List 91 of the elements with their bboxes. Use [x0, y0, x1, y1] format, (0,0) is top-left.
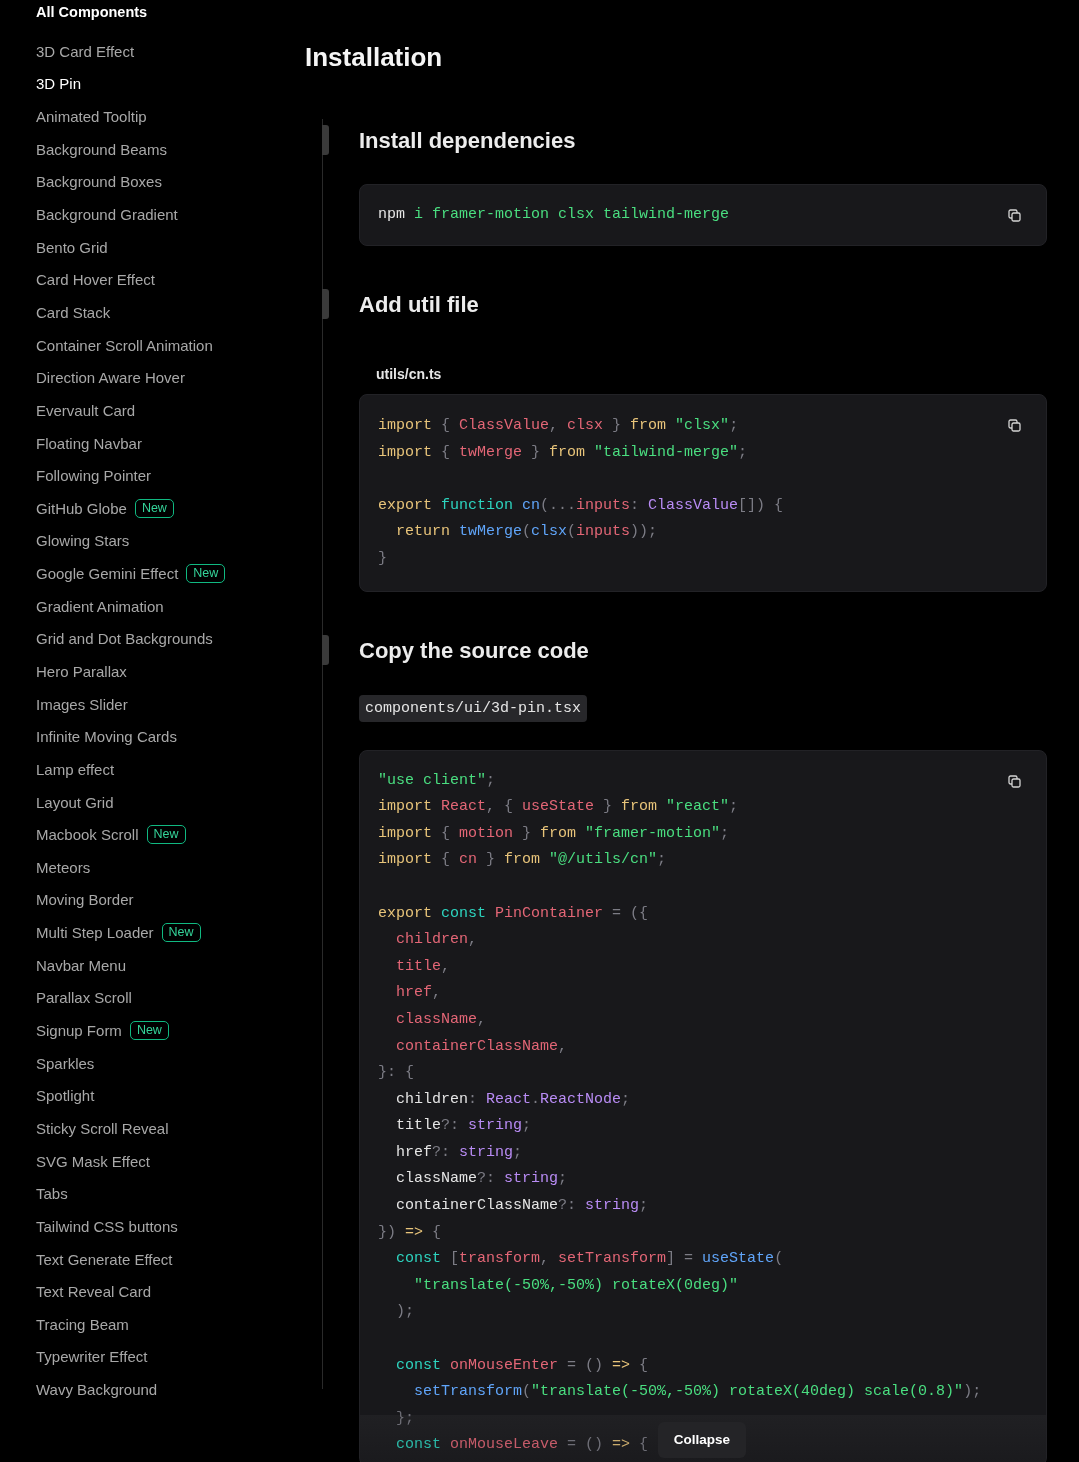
code-line: const onMouseEnter = () => { — [395, 1355, 649, 1376]
sidebar-heading: All Components — [36, 3, 149, 22]
sidebar-item[interactable]: Background Beams — [36, 140, 167, 158]
sidebar-item[interactable]: Navbar Menu — [36, 956, 127, 974]
code-line: children, — [395, 930, 478, 951]
code-line: export const PinContainer = ({ — [378, 903, 649, 924]
sidebar-item[interactable]: Typewriter Effect — [36, 1348, 148, 1366]
code-line: href, — [395, 983, 442, 1004]
sidebar-item[interactable]: Evervault Card — [36, 401, 136, 419]
sidebar-item[interactable]: Spotlight — [36, 1087, 95, 1105]
sidebar-item[interactable]: Meteors — [36, 858, 91, 876]
code-line: title, — [395, 956, 451, 977]
code-line: }) => { — [378, 1222, 442, 1243]
code-line: import { cn } from "@/utils/cn"; — [378, 850, 667, 871]
sidebar-item[interactable]: Tracing Beam — [36, 1315, 129, 1333]
code-line: } — [378, 548, 387, 569]
new-badge: New — [134, 498, 174, 518]
sidebar-item[interactable]: Text Generate Effect — [36, 1250, 173, 1268]
code-line: import { motion } from "framer-motion"; — [378, 823, 730, 844]
sidebar-item[interactable]: Layout Grid — [36, 793, 114, 811]
code-line: title?: string; — [395, 1116, 532, 1137]
sidebar-item[interactable]: Wavy Background — [36, 1381, 158, 1399]
sidebar-item[interactable]: Background Gradient — [36, 206, 178, 223]
code-line: "use client"; — [378, 770, 496, 791]
sidebar-item[interactable]: Floating Navbar — [36, 434, 142, 452]
sidebar-item[interactable]: Container Scroll Animation — [36, 336, 213, 354]
new-badge: New — [161, 923, 201, 943]
code-line: "translate(-50%,-50%) rotateX(0deg)" — [413, 1275, 739, 1296]
code-line: const [transform, setTransform] = useState( — [395, 1249, 784, 1270]
sidebar-item[interactable]: Card Stack — [36, 303, 111, 321]
sidebar-item[interactable]: Google Gemini Effect — [36, 565, 179, 583]
sidebar-item[interactable]: Parallax Scroll — [36, 989, 132, 1007]
copy-icon[interactable] — [1008, 419, 1021, 432]
code-line: containerClassName?: string; — [395, 1196, 649, 1217]
page-title: Installation — [305, 42, 444, 72]
code-line: containerClassName, — [395, 1036, 568, 1057]
step-title: Install dependencies — [359, 127, 577, 154]
copy-icon[interactable] — [1008, 774, 1021, 788]
new-badge: New — [146, 825, 186, 845]
sidebar-item[interactable]: Bento Grid — [36, 238, 108, 256]
code-line: }; — [395, 1408, 414, 1429]
file-name: utils/cn.ts — [376, 365, 443, 383]
new-badge: New — [186, 564, 226, 584]
sidebar-item[interactable]: 3D Card Effect — [36, 42, 135, 60]
code-line: }: { — [378, 1063, 414, 1084]
code-line: import React, { useState } from "react"; — [378, 797, 739, 818]
sidebar-item[interactable]: Signup Form — [36, 1022, 122, 1040]
sidebar-item[interactable]: Images Slider — [36, 695, 128, 713]
sidebar-item[interactable]: Animated Tooltip — [36, 108, 147, 126]
sidebar-item[interactable]: Multi Step Loader — [36, 924, 154, 942]
sidebar-item[interactable]: Sparkles — [36, 1054, 95, 1072]
code-line: setTransform("translate(-50%,-50%) rotateX(40deg) scale(0.8)"); — [413, 1382, 982, 1403]
sidebar-item[interactable]: Infinite Moving Cards — [36, 728, 177, 746]
code-line: return twMerge(clsx(inputs)); — [395, 522, 658, 543]
step-marker — [322, 125, 329, 155]
sidebar-item[interactable]: Gradient Animation — [36, 597, 164, 615]
code-line: ); — [395, 1302, 414, 1323]
sidebar-item[interactable]: Direction Aware Hover — [36, 369, 185, 387]
code-line: children: React.ReactNode; — [395, 1089, 631, 1110]
copy-icon[interactable] — [1008, 209, 1021, 222]
code-line: className, — [395, 1009, 487, 1030]
sidebar-item[interactable]: Text Reveal Card — [36, 1283, 152, 1301]
sidebar-item[interactable]: Card Hover Effect — [36, 271, 155, 289]
sidebar-item[interactable]: Following Pointer — [36, 467, 152, 485]
sidebar-item[interactable]: Moving Border — [36, 891, 134, 909]
sidebar-item[interactable]: Grid and Dot Backgrounds — [36, 630, 213, 648]
sidebar-item[interactable]: Glowing Stars — [36, 532, 130, 550]
step-title: Add util file — [359, 291, 480, 318]
sidebar-item[interactable]: 3D Pin — [36, 75, 82, 93]
step-marker — [322, 634, 329, 665]
code-line: const onMouseLeave = () => { — [395, 1435, 649, 1456]
step-marker — [322, 289, 329, 319]
sidebar-item[interactable]: Macbook Scroll — [36, 826, 139, 844]
sidebar-item[interactable]: SVG Mask Effect — [36, 1152, 150, 1170]
sidebar-item[interactable]: Sticky Scroll Reveal — [36, 1119, 169, 1137]
code-line: import { ClassValue, clsx } from "clsx"; — [378, 416, 739, 436]
sidebar-item[interactable]: Tabs — [36, 1185, 68, 1203]
sidebar-item[interactable]: Lamp effect — [36, 760, 115, 778]
sidebar-item[interactable]: Tailwind CSS buttons — [36, 1217, 178, 1235]
collapse-button[interactable]: Collapse — [658, 1421, 746, 1458]
new-badge: New — [129, 1021, 169, 1041]
code-line: npm i framer-motion clsx tailwind-merge — [378, 205, 730, 225]
code-line: import { twMerge } from "tailwind-merge"; — [378, 442, 748, 463]
sidebar-item[interactable]: Background Boxes — [36, 173, 162, 191]
step-title: Copy the source code — [359, 636, 590, 664]
sidebar-item[interactable]: Hero Parallax — [36, 663, 127, 680]
code-line: href?: string; — [395, 1142, 523, 1163]
file-path: components/ui/3d-pin.tsx — [359, 694, 588, 722]
sidebar-item[interactable]: GitHub Globe — [36, 499, 127, 517]
code-line: export function cn(...inputs: ClassValue[]) { — [378, 495, 784, 516]
code-line: className?: string; — [395, 1169, 568, 1190]
